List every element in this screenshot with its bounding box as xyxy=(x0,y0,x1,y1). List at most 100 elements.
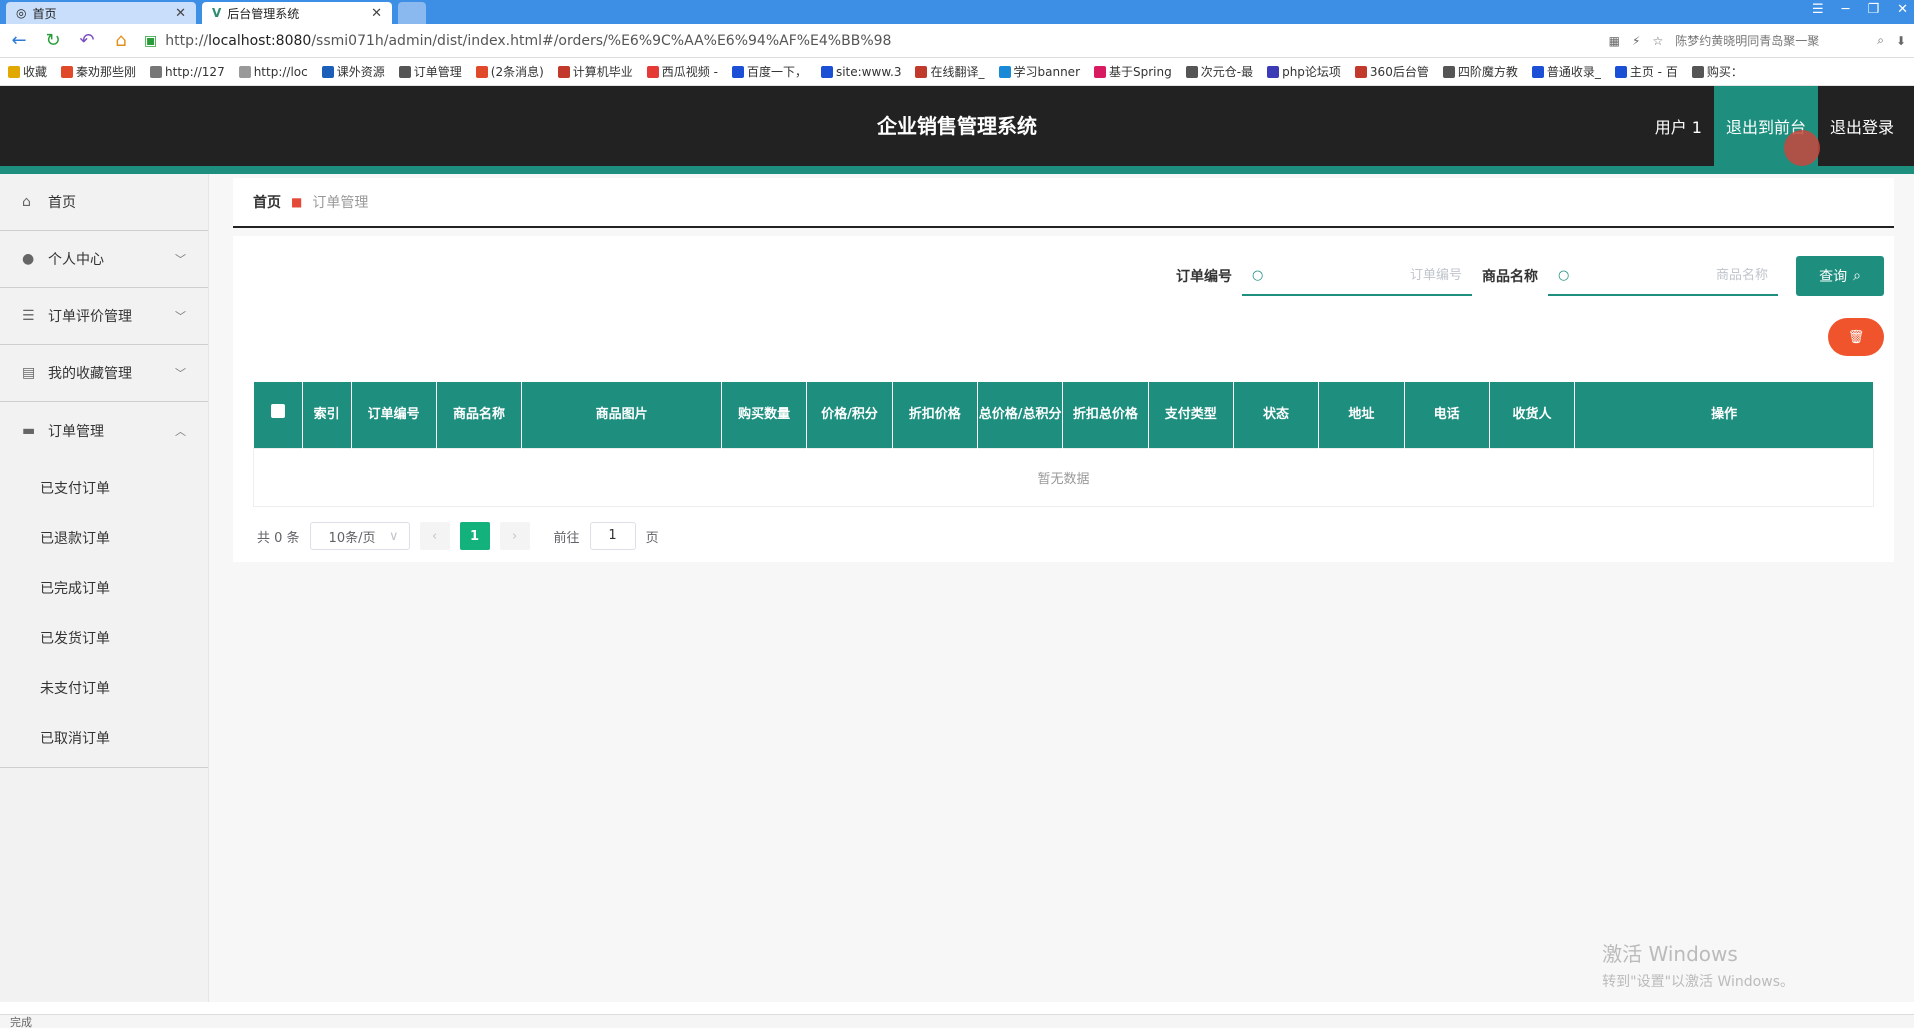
bookmark-icon xyxy=(1615,66,1627,78)
bookmark-icon xyxy=(821,66,833,78)
page-number-button[interactable]: 1 xyxy=(460,522,490,550)
bookmark-item[interactable]: http://127 xyxy=(150,65,225,79)
sidebar-item-shipped[interactable]: 已发货订单 xyxy=(0,613,208,663)
close-icon[interactable]: ✕ xyxy=(371,6,382,21)
order-no-input[interactable] xyxy=(1271,268,1462,283)
sidebar-item-favorites[interactable]: ▤ 我的收藏管理 ﹀ xyxy=(0,345,208,402)
home-page-icon[interactable]: ⌂ xyxy=(110,30,132,51)
browser-tab-label: 后台管理系统 xyxy=(227,5,299,22)
bookmark-item[interactable]: 四阶魔方教 xyxy=(1443,63,1518,80)
bookmark-label: 购买： xyxy=(1707,63,1743,80)
sidebar-item-label: 我的收藏管理 xyxy=(48,363,132,383)
bookmark-item[interactable]: 基于Spring xyxy=(1094,63,1172,80)
window-controls: ☰ ─ ❐ ✕ xyxy=(1812,2,1908,17)
close-window-icon[interactable]: ✕ xyxy=(1897,2,1908,17)
download-icon[interactable]: ⬇ xyxy=(1896,34,1906,48)
sidebar-item-orders[interactable]: ▬ 订单管理 ︿ xyxy=(0,402,208,459)
bookmark-item[interactable]: 西瓜视频 - xyxy=(647,63,718,80)
bookmark-item[interactable]: 在线翻译_ xyxy=(915,63,984,80)
sidebar-item-paid[interactable]: 已支付订单 xyxy=(0,463,208,513)
chevron-down-icon: ﹀ xyxy=(175,308,186,324)
delete-button[interactable]: 🗑 xyxy=(1828,318,1884,356)
bookmark-item[interactable]: 360后台管 xyxy=(1355,63,1429,80)
bookmark-icon xyxy=(1355,66,1367,78)
bookmark-item[interactable]: 主页 - 百 xyxy=(1615,63,1678,80)
restore-icon[interactable]: ❐ xyxy=(1867,2,1879,17)
bookmark-icon xyxy=(399,66,411,78)
next-page-button[interactable]: › xyxy=(500,522,530,550)
bookmark-item[interactable]: 普通收录_ xyxy=(1532,63,1601,80)
windows-activation-watermark: 激活 Windows 转到"设置"以激活 Windows。 xyxy=(1602,938,1794,991)
username: 用户 1 xyxy=(1643,114,1714,138)
bookmark-item[interactable]: 收藏 xyxy=(8,63,47,80)
close-icon[interactable]: ✕ xyxy=(175,6,186,21)
query-button[interactable]: 查询 ⌕ xyxy=(1796,256,1884,296)
minimize-icon[interactable]: ─ xyxy=(1842,2,1850,17)
bookmark-item[interactable]: (2条消息) xyxy=(476,63,544,80)
bookmark-item[interactable]: php论坛项 xyxy=(1267,63,1341,80)
lightning-icon[interactable]: ⚡ xyxy=(1632,34,1640,48)
bookmark-icon xyxy=(732,66,744,78)
empty-text: 暂无数据 xyxy=(254,448,1874,506)
refresh-icon[interactable]: ↻ xyxy=(42,30,64,51)
back-icon[interactable]: ← xyxy=(8,30,30,51)
select-all-checkbox[interactable] xyxy=(271,404,285,418)
product-name-input[interactable] xyxy=(1577,268,1768,283)
table-row: 暂无数据 xyxy=(254,448,1874,506)
bookmark-item[interactable]: 次元仓-最 xyxy=(1186,63,1253,80)
bookmark-item[interactable]: 计算机毕业 xyxy=(558,63,633,80)
browser-tab-strip: ◎ 首页 ✕ V 后台管理系统 ✕ ☰ ─ ❐ ✕ xyxy=(0,0,1914,24)
bookmark-label: (2条消息) xyxy=(491,63,544,80)
bookmark-item[interactable]: 购买： xyxy=(1692,63,1743,80)
search-hint[interactable]: 陈梦约黄晓明同青岛聚一聚 xyxy=(1675,32,1865,49)
search-icon[interactable]: ⌕ xyxy=(1877,33,1884,48)
logout-button[interactable]: 退出登录 xyxy=(1818,114,1914,138)
column-header: 商品名称 xyxy=(436,382,521,448)
column-header: 价格/积分 xyxy=(807,382,892,448)
browser-statusbar: 完成 xyxy=(0,1014,1914,1028)
url-host: localhost:8080 xyxy=(208,33,311,49)
star-icon[interactable]: ☆ xyxy=(1652,34,1663,48)
qr-icon[interactable]: ▦ xyxy=(1609,34,1620,48)
url-field[interactable]: ▣ http://localhost:8080/ssmi071h/admin/d… xyxy=(144,33,1597,49)
sidebar-item-unpaid[interactable]: 未支付订单 xyxy=(0,663,208,713)
bookmark-item[interactable]: 百度一下， xyxy=(732,63,807,80)
bookmark-label: http://loc xyxy=(254,65,308,79)
bookmark-label: 学习banner xyxy=(1014,63,1081,80)
new-tab-button[interactable] xyxy=(398,2,426,24)
page-size-select[interactable]: 10条/页 ∨ xyxy=(310,522,410,550)
bookmark-item[interactable]: 课外资源 xyxy=(322,63,385,80)
bookmark-label: 360后台管 xyxy=(1370,63,1429,80)
sidebar-item-profile[interactable]: ● 个人中心 ﹀ xyxy=(0,231,208,288)
sidebar-item-refunded[interactable]: 已退款订单 xyxy=(0,513,208,563)
bookmark-item[interactable]: 秦劝那些刚 xyxy=(61,63,136,80)
bookmark-item[interactable]: http://loc xyxy=(239,65,308,79)
bookmark-item[interactable]: 学习banner xyxy=(999,63,1081,80)
shield-icon: ▣ xyxy=(144,33,157,49)
back-to-front-button[interactable]: 退出到前台 xyxy=(1714,86,1818,166)
sidebar-item-home[interactable]: ⌂ 首页 xyxy=(0,174,208,231)
browser-tab-admin[interactable]: V 后台管理系统 ✕ xyxy=(202,2,392,24)
app-title: 企业销售管理系统 xyxy=(0,110,1914,139)
sidebar-item-completed[interactable]: 已完成订单 xyxy=(0,563,208,613)
menu-icon[interactable]: ☰ xyxy=(1812,2,1824,17)
bookmark-icon xyxy=(476,66,488,78)
total-count: 共 0 条 xyxy=(257,527,300,546)
sidebar-item-label: 订单评价管理 xyxy=(48,306,132,326)
globe-icon: ◎ xyxy=(16,6,26,20)
bookmark-item[interactable]: site:www.3 xyxy=(821,65,902,79)
bookmark-icon xyxy=(915,66,927,78)
breadcrumb-home[interactable]: 首页 xyxy=(253,192,281,212)
bookmark-icon xyxy=(558,66,570,78)
orders-panel: 订单编号 ○ 商品名称 ○ 查询 ⌕ 🗑 xyxy=(233,236,1894,562)
sidebar-item-cancelled[interactable]: 已取消订单 xyxy=(0,713,208,763)
trash-icon: 🗑 xyxy=(1848,329,1865,344)
prev-page-button[interactable]: ‹ xyxy=(420,522,450,550)
browser-tab-home[interactable]: ◎ 首页 ✕ xyxy=(6,2,196,24)
url-prefix: http:// xyxy=(165,33,208,49)
pagination: 共 0 条 10条/页 ∨ ‹ 1 › 前往 1 页 xyxy=(257,522,659,550)
sidebar-item-reviews[interactable]: ☰ 订单评价管理 ﹀ xyxy=(0,288,208,345)
goto-page-input[interactable]: 1 xyxy=(590,522,636,550)
bookmark-item[interactable]: 订单管理 xyxy=(399,63,462,80)
undo-icon[interactable]: ↶ xyxy=(76,30,98,51)
